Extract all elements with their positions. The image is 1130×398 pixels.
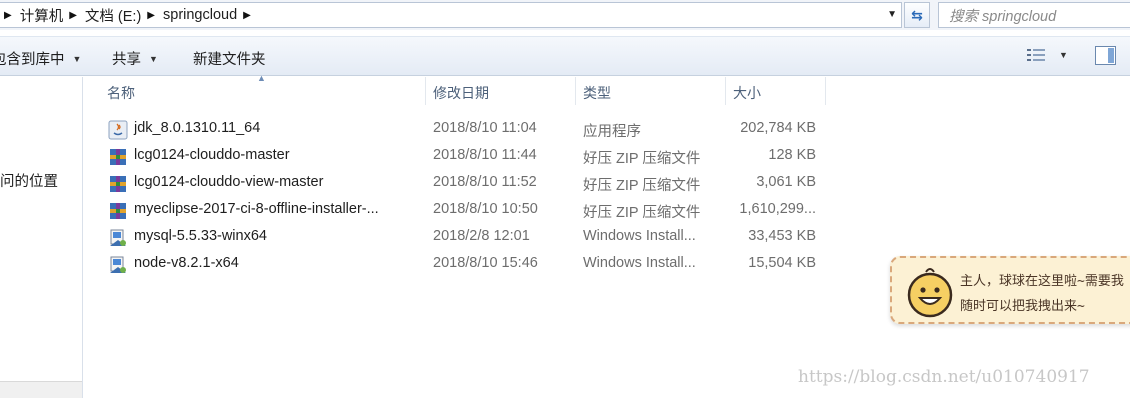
include-in-library-button[interactable]: 包含到库中▼: [0, 48, 81, 69]
breadcrumb-computer[interactable]: ▶ 计算机: [0, 5, 63, 26]
column-header-name[interactable]: 名称: [99, 77, 425, 105]
file-row[interactable]: node-v8.2.1-x64 2018/8/10 15:46 Windows …: [106, 251, 836, 278]
preview-pane-button[interactable]: [1095, 46, 1116, 65]
smiley-ball-icon: [907, 268, 953, 318]
file-name: node-v8.2.1-x64: [134, 255, 239, 271]
breadcrumb-drive-e[interactable]: ▶ 文档 (E:): [63, 5, 141, 26]
file-date: 2018/8/10 11:04: [433, 120, 537, 136]
msi-installer-icon: [110, 256, 126, 273]
file-date: 2018/8/10 10:50: [433, 201, 538, 217]
file-size: 15,504 KB: [748, 255, 816, 271]
file-type: Windows Install...: [583, 228, 696, 244]
file-type: Windows Install...: [583, 255, 696, 271]
file-type: 好压 ZIP 压缩文件: [583, 178, 701, 194]
search-input[interactable]: 搜索 springcloud: [938, 2, 1130, 28]
widget-message-line1: 主人，球球在这里啦~需要我: [960, 274, 1124, 289]
file-size: 3,061 KB: [756, 174, 816, 190]
file-type: 好压 ZIP 压缩文件: [583, 151, 701, 167]
file-row[interactable]: lcg0124-clouddo-master 2018/8/10 11:44 好…: [106, 143, 836, 170]
nav-item-recent-places[interactable]: 问的位置: [0, 170, 58, 191]
widget-message-line2: 随时可以把我拽出来~: [960, 299, 1085, 314]
nav-pane-footer: [0, 381, 82, 398]
file-size: 1,610,299...: [739, 201, 816, 217]
watermark-url: https://blog.csdn.net/u010740917: [798, 367, 1090, 387]
refresh-button[interactable]: ⇆: [904, 2, 930, 28]
refresh-icon: ⇆: [911, 6, 923, 23]
file-name: lcg0124-clouddo-view-master: [134, 174, 324, 190]
chevron-down-icon: ▼: [149, 53, 158, 64]
file-name: jdk_8.0.1310.11_64: [134, 120, 261, 136]
change-view-button[interactable]: ▼: [1027, 48, 1068, 62]
details-view-icon: [1027, 49, 1045, 61]
file-date: 2018/8/10 11:44: [433, 147, 537, 163]
column-header-date[interactable]: 修改日期: [425, 77, 575, 105]
file-size: 202,784 KB: [740, 120, 816, 136]
zip-archive-icon: [110, 176, 126, 192]
file-row[interactable]: myeclipse-2017-ci-8-offline-installer-..…: [106, 197, 836, 224]
column-header-size[interactable]: 大小: [725, 77, 825, 105]
file-date: 2018/8/10 15:46: [433, 255, 538, 271]
command-bar: 包含到库中▼ 共享▼ 新建文件夹 ▼: [0, 36, 1130, 76]
address-bar[interactable]: ▶ 计算机 ▶ 文档 (E:) ▶ springcloud ▶ ▼: [0, 2, 902, 28]
zip-archive-icon: [110, 203, 126, 219]
file-date: 2018/8/10 11:52: [433, 174, 537, 190]
chevron-right-icon[interactable]: ▶: [243, 10, 251, 21]
file-name: lcg0124-clouddo-master: [134, 147, 290, 163]
share-button[interactable]: 共享 ▼: [112, 48, 158, 69]
column-header-type[interactable]: 类型: [575, 77, 725, 105]
chevron-right-icon[interactable]: ▶: [147, 10, 155, 21]
chevron-right-icon[interactable]: ▶: [69, 10, 77, 21]
column-divider[interactable]: [825, 77, 826, 105]
file-date: 2018/2/8 12:01: [433, 228, 530, 244]
chevron-down-icon: ▼: [72, 53, 82, 64]
file-size: 33,453 KB: [748, 228, 816, 244]
file-type: 好压 ZIP 压缩文件: [583, 205, 701, 221]
chevron-right-icon[interactable]: ▶: [4, 10, 12, 21]
file-name: myeclipse-2017-ci-8-offline-installer-..…: [134, 201, 379, 217]
file-row[interactable]: jdk_8.0.1310.11_64 2018/8/10 11:04 应用程序 …: [106, 116, 836, 143]
file-name: mysql-5.5.33-winx64: [134, 228, 267, 244]
java-installer-icon: [108, 120, 128, 140]
new-folder-button[interactable]: 新建文件夹: [193, 48, 266, 69]
floating-assistant-widget[interactable]: 主人，球球在这里啦~需要我 随时可以把我拽出来~: [890, 256, 1130, 324]
msi-installer-icon: [110, 229, 126, 246]
file-size: 128 KB: [768, 147, 816, 163]
file-row[interactable]: mysql-5.5.33-winx64 2018/2/8 12:01 Windo…: [106, 224, 836, 251]
address-history-dropdown-icon[interactable]: ▼: [887, 9, 897, 20]
address-row: ▶ 计算机 ▶ 文档 (E:) ▶ springcloud ▶ ▼ ⇆ 搜索 sprin…: [0, 0, 1130, 30]
zip-archive-icon: [110, 149, 126, 165]
breadcrumb-springcloud[interactable]: ▶ springcloud ▶: [141, 7, 259, 23]
file-type: 应用程序: [583, 124, 641, 140]
file-row[interactable]: lcg0124-clouddo-view-master 2018/8/10 11…: [106, 170, 836, 197]
navigation-pane: 问的位置: [0, 77, 83, 398]
chevron-down-icon: ▼: [1059, 50, 1068, 60]
